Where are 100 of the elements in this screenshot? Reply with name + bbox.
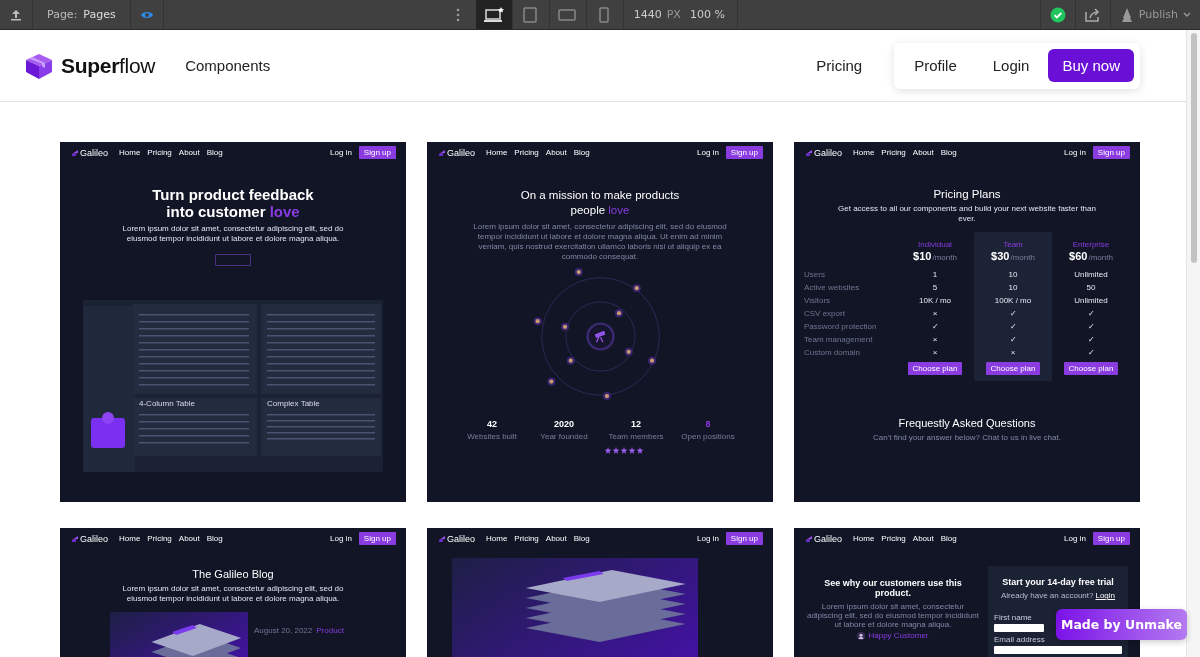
section-heading: See why our customers use this product. <box>823 578 963 598</box>
brand-icon[interactable] <box>72 149 78 156</box>
nav-link[interactable]: Log in <box>1064 534 1086 543</box>
nav-link[interactable]: Home <box>119 534 141 543</box>
plan-price: $10 <box>913 250 932 262</box>
field-label: Email address <box>994 635 1046 644</box>
caret-icon[interactable] <box>1183 11 1191 18</box>
signup-button[interactable]: Sign up <box>358 532 396 545</box>
nav-link[interactable]: Log in <box>697 148 719 157</box>
nav-link[interactable]: Blog <box>206 534 223 543</box>
page-thumbnail[interactable] <box>794 142 1140 502</box>
signup-button[interactable]: Sign up <box>358 146 396 159</box>
nav-link[interactable]: Log in <box>697 534 719 543</box>
nav-link[interactable]: Blog <box>940 534 957 543</box>
page-name[interactable]: Pages <box>83 8 116 21</box>
login-link[interactable]: Login <box>1095 591 1116 600</box>
nav-link[interactable]: Blog <box>573 148 590 157</box>
share-icon[interactable] <box>1084 7 1101 22</box>
table-cell-text: ✓ <box>1087 321 1095 333</box>
scrollbar[interactable] <box>1186 30 1200 657</box>
nav-link[interactable]: Pricing <box>881 148 906 157</box>
feature-label: Active websites <box>804 282 860 294</box>
cube-icon[interactable] <box>24 51 54 80</box>
brand-name[interactable]: Galileo <box>814 533 842 544</box>
nav-link[interactable]: About <box>178 534 200 543</box>
logo-text[interactable]: Superflow <box>61 53 156 78</box>
nav-link[interactable]: About <box>912 534 934 543</box>
choose-plan-button[interactable]: Choose plan <box>985 362 1041 375</box>
stat-value: 8 <box>705 419 711 429</box>
page-heading: On a mission to make products people love <box>519 188 681 218</box>
page-thumbnail[interactable] <box>60 142 406 502</box>
table-cell-text: ✓ <box>1087 334 1095 346</box>
brand-icon[interactable] <box>439 535 445 542</box>
nav-link[interactable]: Login <box>992 51 1030 80</box>
more-icon[interactable] <box>455 7 460 22</box>
brand-name[interactable]: Galileo <box>814 147 842 158</box>
choose-plan-button[interactable]: Choose plan <box>907 362 963 375</box>
publish-button[interactable]: Publish <box>1138 8 1178 21</box>
plan-name: Team <box>1003 240 1023 250</box>
brand-icon[interactable] <box>439 149 445 156</box>
nav-link[interactable]: About <box>912 148 934 157</box>
nav-link[interactable]: Blog <box>573 534 590 543</box>
section-heading: Frequestly Asked Questions <box>898 417 1036 429</box>
table-cell-text: ✓ <box>1087 347 1095 359</box>
page-heading: Turn product feedback into customer love <box>151 186 315 220</box>
table-cell-text: 1 <box>932 269 938 281</box>
brand-icon[interactable] <box>806 149 812 156</box>
brand-name[interactable]: Galileo <box>447 533 475 544</box>
table-cell-text: ✓ <box>931 321 939 333</box>
brand-icon[interactable] <box>806 535 812 542</box>
upload-icon[interactable] <box>10 8 22 21</box>
nav-link[interactable]: Pricing <box>816 51 863 80</box>
nav-link[interactable]: Pricing <box>147 148 172 157</box>
nav-link[interactable]: About <box>545 148 567 157</box>
nav-link[interactable]: Home <box>119 148 141 157</box>
signup-button[interactable]: Sign up <box>725 146 763 159</box>
brand-name[interactable]: Galileo <box>80 147 108 158</box>
nav-link[interactable]: Pricing <box>514 534 539 543</box>
author-name: Happy Customer <box>868 631 929 640</box>
page-thumbnail[interactable] <box>427 142 773 502</box>
signup-button[interactable]: Sign up <box>725 532 763 545</box>
buy-button[interactable]: Buy now <box>1048 49 1134 82</box>
nav-link[interactable]: Components <box>185 51 271 80</box>
laptop-icon[interactable] <box>483 6 504 23</box>
stat-label: Open positions <box>681 432 735 441</box>
nav-link[interactable]: Pricing <box>514 148 539 157</box>
nav-link[interactable]: Pricing <box>147 534 172 543</box>
input-field[interactable] <box>994 624 1044 632</box>
nav-link[interactable]: Home <box>486 534 508 543</box>
nav-link[interactable]: About <box>178 148 200 157</box>
nav-link[interactable]: Log in <box>330 148 352 157</box>
made-by-badge[interactable]: Made by Unmake <box>1056 609 1187 640</box>
nav-link[interactable]: Log in <box>1064 148 1086 157</box>
zoom-value: 100 % <box>689 8 725 21</box>
form-text: Already have an account? <box>1000 591 1094 600</box>
brand-icon[interactable] <box>72 535 78 542</box>
nav-link[interactable]: Blog <box>940 148 957 157</box>
avatar-icon[interactable] <box>857 631 866 640</box>
nav-link[interactable]: About <box>545 534 567 543</box>
check-icon[interactable] <box>1049 6 1066 23</box>
nav-link[interactable]: Home <box>853 534 875 543</box>
nav-link[interactable]: Home <box>853 148 875 157</box>
tablet-icon[interactable] <box>557 6 578 23</box>
input-field[interactable] <box>994 646 1122 654</box>
nav-link[interactable]: Log in <box>330 534 352 543</box>
signup-button[interactable]: Sign up <box>1092 146 1130 159</box>
choose-plan-button[interactable]: Choose plan <box>1063 362 1119 375</box>
table-cell-text: × <box>1010 347 1016 359</box>
signup-button[interactable]: Sign up <box>1092 532 1130 545</box>
table-title: 4-Column Table <box>139 399 195 408</box>
form-title: Start your 14-day free trial <box>1002 577 1114 587</box>
nav-link[interactable]: Home <box>486 148 508 157</box>
brand-name[interactable]: Galileo <box>447 147 475 158</box>
page-thumbnail[interactable]: Galileo Home Pricing About Blog Log in Sign up <box>427 528 773 657</box>
table-cell-text: Unlimited <box>1074 269 1108 281</box>
device-tab[interactable] <box>475 0 513 29</box>
nav-link[interactable]: Profile <box>914 51 957 80</box>
nav-link[interactable]: Blog <box>206 148 223 157</box>
nav-link[interactable]: Pricing <box>881 534 906 543</box>
brand-name[interactable]: Galileo <box>80 533 108 544</box>
